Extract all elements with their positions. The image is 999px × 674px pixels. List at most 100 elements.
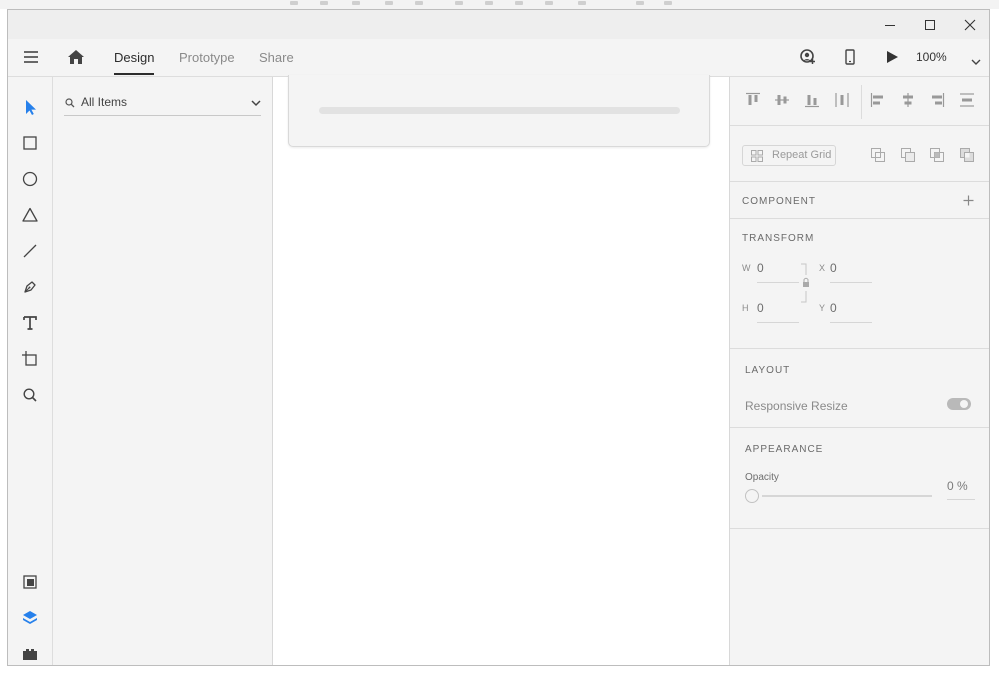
x-label: X [819, 263, 826, 273]
account-button[interactable] [800, 49, 816, 65]
play-icon [887, 51, 898, 63]
repeat-grid-button[interactable]: Repeat Grid [742, 145, 836, 166]
desktop-ghost-icon [515, 1, 523, 5]
width-input-underline [757, 282, 799, 283]
app-window: Design Prototype Share 100% All Items Re… [7, 9, 990, 666]
section-divider [730, 181, 989, 182]
desktop-ghost-icon [290, 1, 298, 5]
plugins-panel-button[interactable] [19, 643, 41, 665]
hamburger-icon [24, 51, 38, 63]
zoom-level[interactable]: 100% [916, 50, 947, 64]
appearance-section-title: APPEARANCE [745, 444, 824, 455]
height-input-underline [757, 322, 799, 323]
boolean-add-icon[interactable] [870, 147, 886, 163]
text-type-icon [23, 316, 37, 330]
y-input[interactable]: 0 [830, 301, 837, 315]
align-middle-icon[interactable] [774, 92, 790, 108]
desktop-ghost-icon [636, 1, 644, 5]
align-bottom-icon[interactable] [804, 92, 820, 108]
home-icon [68, 50, 84, 64]
hamburger-menu-button[interactable] [23, 50, 39, 64]
distribute-vertical-icon[interactable] [959, 92, 975, 108]
pen-tool[interactable] [19, 276, 41, 298]
lock-aspect-ratio-icon[interactable] [800, 263, 810, 303]
desktop-background-strip [0, 0, 999, 9]
layers-panel-button[interactable] [19, 607, 41, 629]
boolean-subtract-icon[interactable] [900, 147, 916, 163]
tab-share[interactable]: Share [259, 39, 294, 76]
design-canvas[interactable] [273, 75, 729, 665]
device-preview-button[interactable] [844, 49, 856, 65]
boolean-intersect-icon[interactable] [929, 147, 945, 163]
align-left-icon[interactable] [870, 92, 886, 108]
assets-panel-button[interactable] [19, 571, 41, 593]
desktop-ghost-icon [664, 1, 672, 5]
assets-library-icon [23, 575, 37, 589]
line-tool[interactable] [19, 240, 41, 262]
opacity-label: Opacity [745, 472, 779, 483]
title-bar [8, 10, 989, 39]
layers-filter-label: All Items [81, 95, 128, 109]
ellipse-icon [22, 171, 38, 187]
opacity-input-underline [947, 499, 975, 500]
home-button[interactable] [67, 49, 85, 65]
line-icon [23, 244, 37, 258]
section-divider [730, 427, 989, 428]
pointer-arrow-icon [26, 100, 36, 115]
align-center-icon[interactable] [900, 92, 916, 108]
artboard[interactable] [288, 75, 710, 147]
maximize-button[interactable] [910, 10, 950, 39]
minimize-icon [885, 25, 895, 26]
zoom-dropdown-button[interactable] [971, 53, 981, 65]
user-add-icon [800, 49, 815, 64]
section-divider [730, 528, 989, 529]
chevron-down-icon [251, 100, 261, 107]
section-divider [730, 125, 989, 126]
distribute-horizontal-icon[interactable] [834, 92, 850, 108]
boolean-exclude-icon[interactable] [959, 147, 975, 163]
section-divider [730, 348, 989, 349]
repeat-grid-label: Repeat Grid [772, 149, 832, 161]
x-input-underline [830, 282, 872, 283]
align-right-icon[interactable] [929, 92, 945, 108]
rectangle-icon [23, 136, 37, 150]
width-input[interactable]: 0 [757, 261, 764, 275]
ellipse-tool[interactable] [19, 168, 41, 190]
close-icon [964, 19, 976, 31]
layers-panel: All Items [53, 77, 273, 665]
y-input-underline [830, 322, 872, 323]
opacity-value-input[interactable]: 0 % [947, 479, 968, 493]
responsive-resize-toggle[interactable] [947, 398, 971, 410]
desktop-ghost-icon [320, 1, 328, 5]
tab-prototype[interactable]: Prototype [179, 39, 235, 76]
desktop-ghost-icon [578, 1, 586, 5]
zoom-tool[interactable] [19, 384, 41, 406]
x-input[interactable]: 0 [830, 261, 837, 275]
mobile-device-icon [845, 49, 855, 65]
repeat-grid-icon [751, 150, 763, 162]
width-label: W [742, 263, 751, 273]
layout-section-title: LAYOUT [745, 365, 791, 376]
polygon-tool[interactable] [19, 204, 41, 226]
magnifier-icon [23, 388, 37, 402]
select-tool[interactable] [19, 96, 41, 118]
artboard-tool[interactable] [19, 348, 41, 370]
pen-icon [24, 281, 36, 293]
placeholder-bar [319, 107, 680, 114]
text-tool[interactable] [19, 312, 41, 334]
maximize-icon [925, 20, 935, 30]
tab-design[interactable]: Design [114, 39, 155, 76]
plus-icon[interactable] [963, 195, 974, 206]
height-input[interactable]: 0 [757, 301, 764, 315]
minimize-button[interactable] [870, 10, 910, 39]
preview-play-button[interactable] [885, 50, 899, 64]
rectangle-tool[interactable] [19, 132, 41, 154]
search-icon [65, 98, 75, 108]
close-window-button[interactable] [950, 10, 989, 39]
align-top-icon[interactable] [745, 92, 761, 108]
opacity-slider-handle[interactable] [745, 489, 759, 503]
layers-filter-dropdown[interactable]: All Items [64, 93, 261, 116]
plugins-icon [23, 649, 37, 660]
responsive-resize-label: Responsive Resize [745, 399, 848, 413]
opacity-slider-track[interactable] [762, 495, 932, 497]
